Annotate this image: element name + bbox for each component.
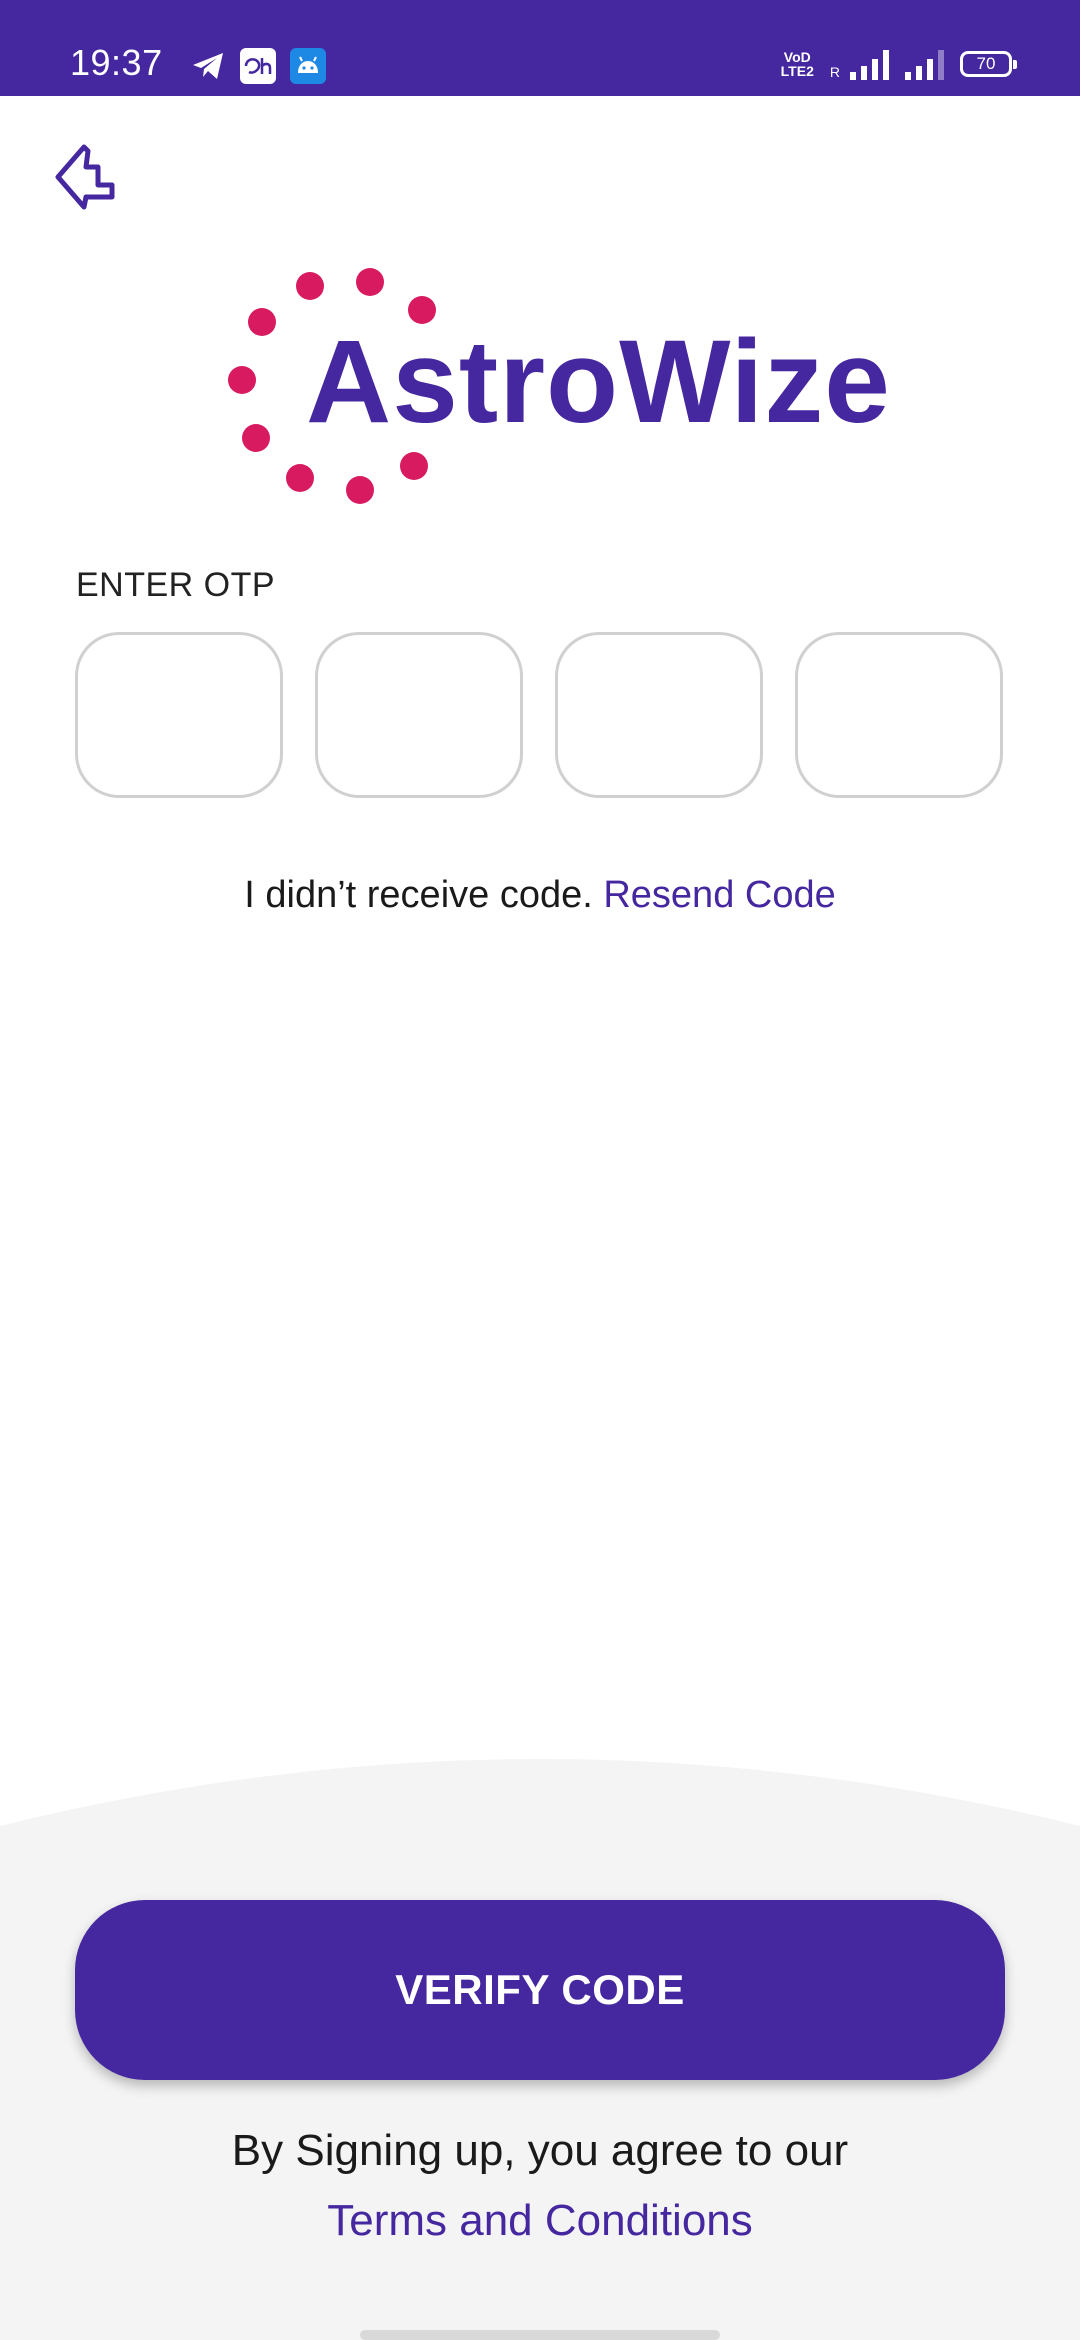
agree-text: By Signing up, you agree to our <box>231 2126 849 2175</box>
otp-digit-3[interactable] <box>555 632 763 798</box>
back-arrow-icon <box>55 144 115 210</box>
volte-icon: VoD LTE2 <box>781 50 814 78</box>
battery-icon: 70 <box>960 51 1017 77</box>
logo-wordmark: AstroWize <box>306 316 891 448</box>
otp-digit-2[interactable] <box>315 632 523 798</box>
volte-top-text: VoD <box>783 49 811 65</box>
telegram-icon <box>190 48 226 84</box>
android-icon <box>290 48 326 84</box>
terms-and-conditions-link[interactable]: Terms and Conditions <box>0 2196 1080 2246</box>
home-indicator <box>360 2330 720 2340</box>
otp-digit-4[interactable] <box>795 632 1003 798</box>
back-button[interactable] <box>40 136 130 226</box>
status-time: 19:37 <box>70 42 163 83</box>
signal-sim2-icon <box>905 48 944 80</box>
system-status-icons: VoD LTE2 R 70 <box>781 48 1017 80</box>
resend-prompt: I didn’t receive code. <box>244 874 593 916</box>
otp-input-row <box>75 632 1003 798</box>
notification-icons <box>190 48 326 84</box>
disney-hotstar-icon <box>240 48 276 84</box>
signal-sim1-icon <box>850 48 889 80</box>
otp-digit-1[interactable] <box>75 632 283 798</box>
resend-code-link[interactable]: Resend Code <box>603 874 835 916</box>
battery-level: 70 <box>976 54 996 73</box>
status-bar: 19:37 VoD LTE2 R 70 <box>0 0 1080 96</box>
volte-bottom-text: LTE2 <box>780 63 814 79</box>
roaming-indicator: R <box>829 64 840 80</box>
otp-label: ENTER OTP <box>76 566 276 604</box>
otp-screen: 19:37 VoD LTE2 R 70 AstroWize ENTER OTP … <box>0 0 1080 2340</box>
verify-code-button[interactable]: VERIFY CODE <box>75 1900 1005 2080</box>
astrowize-logo: AstroWize <box>220 262 890 512</box>
resend-line: I didn’t receive code. Resend Code <box>0 874 1080 917</box>
